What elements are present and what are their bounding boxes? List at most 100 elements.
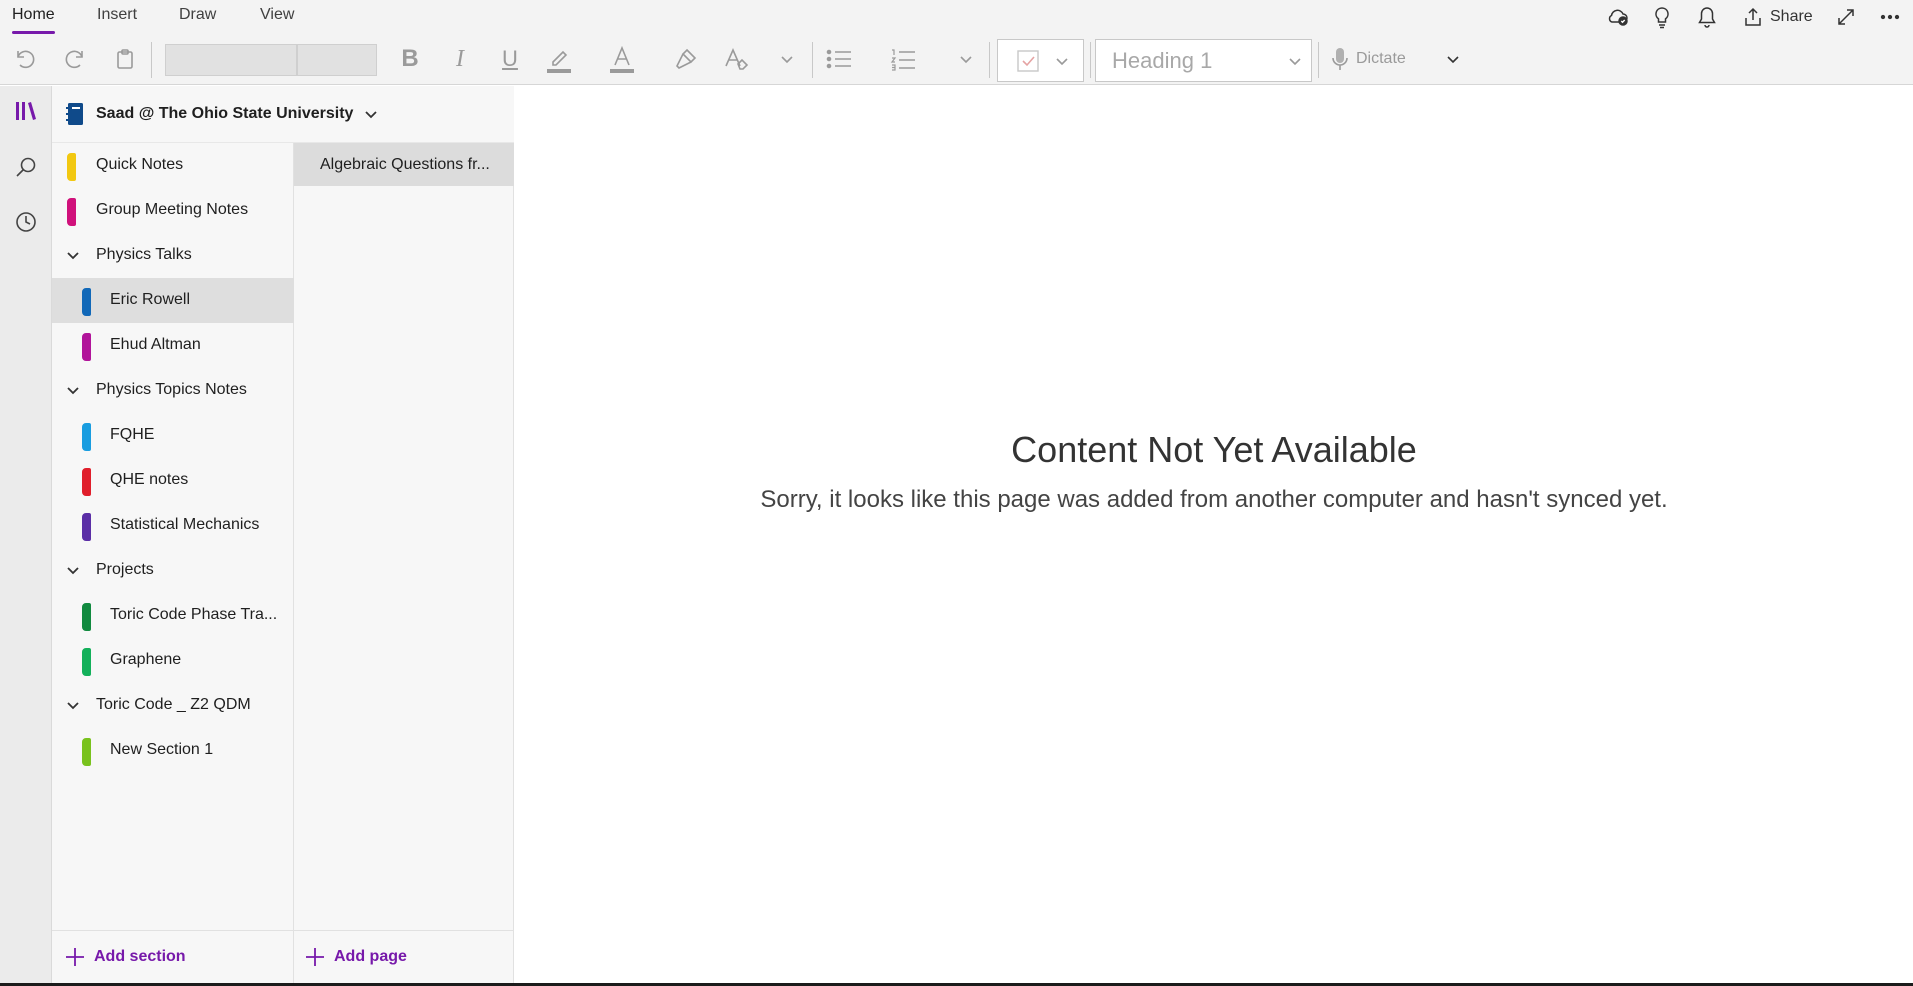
style-picker[interactable]: Heading 1	[1095, 39, 1312, 82]
more-icon[interactable]	[1878, 3, 1902, 31]
section-label: Quick Notes	[96, 156, 184, 173]
section-label: Ehud Altman	[110, 336, 201, 353]
page-item[interactable]: Algebraic Questions fr...	[294, 143, 514, 186]
recent-icon[interactable]	[0, 197, 52, 247]
toolbar-divider	[1090, 42, 1091, 78]
redo-icon[interactable]	[60, 42, 90, 76]
section-fqhe[interactable]: FQHE	[52, 413, 294, 458]
section-group-physics-topics-notes[interactable]: Physics Topics Notes	[52, 368, 294, 413]
section-new-section-1[interactable]: New Section 1	[52, 728, 294, 773]
notebooks-icon[interactable]	[0, 86, 52, 136]
chevron-down-icon[interactable]	[1442, 42, 1464, 76]
underline-icon[interactable]: U	[495, 42, 525, 76]
clipboard-icon[interactable]	[110, 42, 140, 76]
section-graphene[interactable]: Graphene	[52, 638, 294, 683]
chevron-down-icon	[1056, 57, 1068, 65]
tab-view[interactable]: View	[260, 6, 294, 34]
section-color-tab	[82, 648, 91, 676]
toolbar-divider	[989, 42, 990, 78]
content-unavailable-title: Content Not Yet Available	[1011, 429, 1417, 470]
plus-icon	[66, 948, 84, 966]
lightbulb-icon[interactable]	[1651, 3, 1673, 31]
section-color-tab	[82, 333, 91, 361]
clear-format-icon[interactable]	[720, 42, 752, 76]
section-group-physics-talks[interactable]: Physics Talks	[52, 233, 294, 278]
section-label: Statistical Mechanics	[110, 516, 260, 533]
section-group-label: Physics Talks	[96, 246, 192, 263]
menu-bar: Home Insert Draw View Share	[0, 0, 1913, 34]
font-name-box[interactable]	[165, 44, 297, 76]
todo-tag-icon	[1017, 49, 1039, 72]
format-painter-icon[interactable]	[671, 42, 701, 76]
microphone-icon	[1332, 48, 1348, 70]
bullets-icon[interactable]	[823, 42, 855, 76]
add-section-button[interactable]: Add section	[64, 946, 186, 968]
section-label: Eric Rowell	[110, 291, 191, 308]
chevron-down-icon	[66, 248, 80, 267]
share-label: Share	[1770, 8, 1813, 25]
section-color-tab	[82, 423, 91, 451]
section-color-tab	[67, 198, 76, 226]
bold-icon[interactable]: B	[395, 42, 425, 76]
italic-icon[interactable]: I	[445, 42, 475, 76]
undo-icon[interactable]	[10, 42, 40, 76]
pages-pane: Algebraic Questions fr...	[294, 143, 514, 930]
share-button[interactable]: Share	[1742, 3, 1813, 31]
chevron-down-icon	[66, 383, 80, 402]
section-group-meeting-notes[interactable]: Group Meeting Notes	[52, 188, 294, 233]
section-color-tab	[67, 153, 76, 181]
section-label: Toric Code Phase Tra...	[110, 606, 278, 623]
dictate-button[interactable]: Dictate	[1330, 42, 1440, 76]
tab-home[interactable]: Home	[12, 6, 55, 34]
notebook-title: Saad @ The Ohio State University	[96, 105, 354, 122]
content-unavailable-message: Sorry, it looks like this page was added…	[760, 486, 1668, 513]
toolbar: B I U Heading 1 Dictate	[0, 34, 1913, 85]
highlight-icon[interactable]	[543, 42, 575, 76]
chevron-down-icon	[1289, 58, 1301, 66]
section-ehud-altman[interactable]: Ehud Altman	[52, 323, 294, 368]
sync-status-icon[interactable]	[1606, 3, 1630, 31]
section-toric-code-phase-transition[interactable]: Toric Code Phase Tra...	[52, 593, 294, 638]
search-icon[interactable]	[0, 142, 52, 192]
section-color-tab	[82, 738, 91, 766]
toolbar-divider	[812, 42, 813, 78]
add-page-label: Add page	[334, 948, 407, 965]
font-size-box[interactable]	[297, 44, 377, 76]
add-page-button[interactable]: Add page	[304, 946, 407, 968]
notebook-icon	[66, 103, 83, 125]
page-label: Algebraic Questions fr...	[320, 155, 490, 173]
section-statistical-mechanics[interactable]: Statistical Mechanics	[52, 503, 294, 548]
style-picker-value: Heading 1	[1112, 47, 1213, 73]
section-qhe-notes[interactable]: QHE notes	[52, 458, 294, 503]
section-color-tab	[82, 468, 91, 496]
chevron-down-icon[interactable]	[955, 42, 977, 76]
section-quick-notes[interactable]: Quick Notes	[52, 143, 294, 188]
tag-picker[interactable]	[997, 39, 1084, 82]
numbering-icon[interactable]	[887, 42, 919, 76]
font-color-icon[interactable]	[606, 42, 638, 76]
section-label: QHE notes	[110, 471, 189, 488]
section-label: Group Meeting Notes	[96, 201, 249, 218]
share-icon	[1745, 7, 1761, 26]
expand-icon[interactable]	[1835, 3, 1857, 31]
pages-footer: Add page	[294, 930, 514, 983]
chevron-down-icon	[66, 698, 80, 717]
bell-icon[interactable]	[1696, 3, 1718, 31]
section-label: New Section 1	[110, 741, 214, 758]
section-color-tab	[82, 513, 91, 541]
page-canvas[interactable]: Content Not Yet Available Sorry, it look…	[515, 86, 1913, 983]
section-label: Graphene	[110, 651, 182, 668]
notebook-switcher[interactable]: Saad @ The Ohio State University	[52, 86, 514, 143]
section-group-projects[interactable]: Projects	[52, 548, 294, 593]
chevron-down-icon[interactable]	[776, 42, 798, 76]
section-group-label: Projects	[96, 561, 154, 578]
plus-icon	[306, 948, 324, 966]
section-group-toric-code-z2-qdm[interactable]: Toric Code _ Z2 QDM	[52, 683, 294, 728]
tab-insert[interactable]: Insert	[97, 6, 137, 34]
section-group-label: Physics Topics Notes	[96, 381, 247, 398]
section-eric-rowell[interactable]: Eric Rowell	[52, 278, 294, 323]
section-label: FQHE	[110, 426, 155, 443]
sections-footer: Add section	[52, 930, 294, 983]
tab-draw[interactable]: Draw	[179, 6, 216, 34]
add-section-label: Add section	[94, 948, 186, 965]
